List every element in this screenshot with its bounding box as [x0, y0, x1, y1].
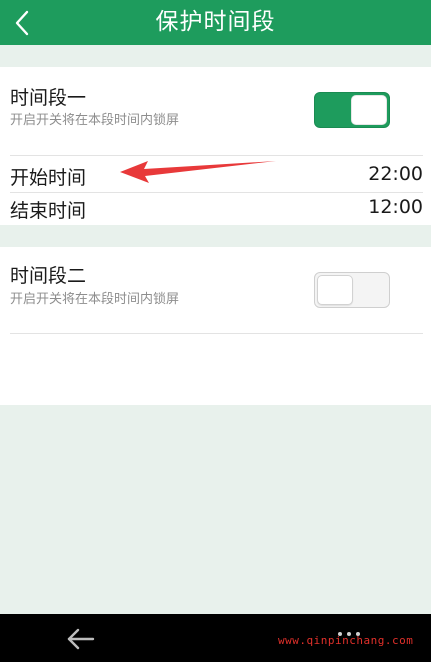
divider	[10, 333, 423, 334]
annotation-arrow-icon	[120, 161, 276, 183]
period2-title: 时间段二	[10, 265, 87, 287]
page-title: 保护时间段	[155, 9, 276, 35]
app-header: 保护时间段	[0, 0, 431, 45]
period1-subtitle: 开启开关将在本段时间内锁屏	[10, 113, 180, 128]
end-time-value[interactable]: 12:00	[368, 196, 423, 218]
system-nav-bar: www.qinpinchang.com	[0, 614, 431, 662]
divider	[10, 192, 423, 193]
screen: 保护时间段 时间段一 开启开关将在本段时间内锁屏 开始时间 22:00 结束时间…	[0, 0, 431, 662]
more-menu-icon[interactable]	[338, 632, 360, 636]
period2-toggle[interactable]	[314, 272, 390, 308]
period1-title: 时间段一	[10, 87, 87, 109]
start-time-value[interactable]: 22:00	[368, 163, 423, 185]
period2-subtitle: 开启开关将在本段时间内锁屏	[10, 292, 180, 307]
period1-toggle[interactable]	[314, 92, 390, 128]
period2-card: 时间段二 开启开关将在本段时间内锁屏	[0, 247, 431, 405]
start-time-label[interactable]: 开始时间	[10, 163, 86, 190]
divider	[10, 155, 423, 156]
toggle-knob	[317, 275, 353, 305]
end-time-label[interactable]: 结束时间	[10, 196, 86, 223]
period1-card: 时间段一 开启开关将在本段时间内锁屏 开始时间 22:00 结束时间 12:00	[0, 67, 431, 225]
toggle-knob	[351, 95, 387, 125]
arrow-left-icon[interactable]	[64, 626, 96, 652]
